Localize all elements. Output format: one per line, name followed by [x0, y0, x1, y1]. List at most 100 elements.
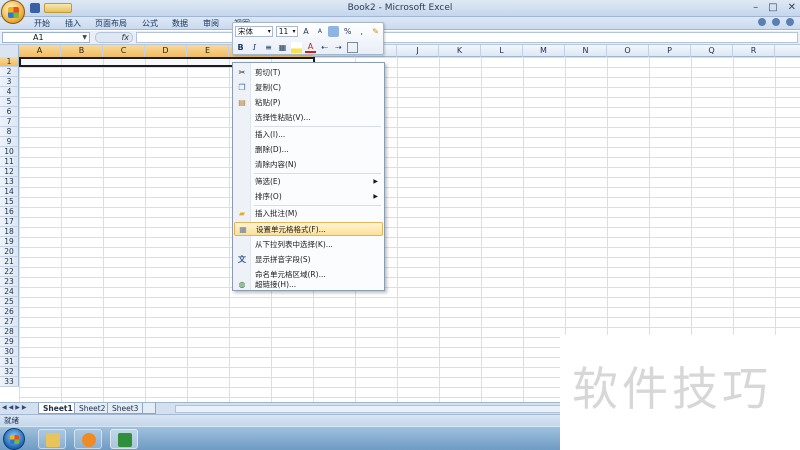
shrink-font-button[interactable]: A	[314, 26, 325, 37]
row-header[interactable]: 6	[0, 107, 19, 117]
tab-page-layout[interactable]: 页面布局	[95, 18, 127, 29]
sheet-tab-1[interactable]: Sheet1	[38, 403, 78, 414]
menu-item-filter[interactable]: 筛选(E) ▶	[234, 175, 383, 189]
taskbar-explorer[interactable]	[38, 429, 66, 449]
row-header[interactable]: 9	[0, 137, 19, 147]
row-header[interactable]: 4	[0, 87, 19, 97]
insert-function-button[interactable]: fx	[95, 32, 133, 43]
format-painter-icon[interactable]: ✎	[370, 26, 381, 37]
increase-decimal-icon[interactable]: ⇢	[333, 42, 344, 53]
menu-item-cut[interactable]: ✂ 剪切(T)	[234, 66, 383, 80]
row-header[interactable]: 13	[0, 177, 19, 187]
tab-home[interactable]: 开始	[34, 18, 50, 29]
currency-format-icon[interactable]	[328, 26, 340, 37]
tab-data[interactable]: 数据	[172, 18, 188, 29]
font-name-select[interactable]: 宋体	[235, 26, 273, 37]
column-header[interactable]: J	[397, 45, 439, 57]
row-header[interactable]: 23	[0, 277, 19, 287]
workbook-minimize-icon[interactable]	[772, 18, 780, 26]
menu-item-paste[interactable]: ▤ 粘贴(P)	[234, 96, 383, 110]
menu-item-copy[interactable]: ❐ 复制(C)	[234, 81, 383, 95]
row-header[interactable]: 12	[0, 167, 19, 177]
row-header[interactable]: 1	[0, 57, 19, 67]
bold-button[interactable]: B	[235, 42, 246, 53]
row-header[interactable]: 30	[0, 347, 19, 357]
comma-button[interactable]: ,	[356, 26, 367, 37]
column-header[interactable]: C	[103, 45, 145, 57]
tab-formulas[interactable]: 公式	[142, 18, 158, 29]
row-header[interactable]: 26	[0, 307, 19, 317]
column-header[interactable]: E	[187, 45, 229, 57]
name-box[interactable]: A1 ▼	[2, 32, 90, 43]
column-header[interactable]: M	[523, 45, 565, 57]
row-header[interactable]: 19	[0, 237, 19, 247]
menu-item-insert[interactable]: 插入(I)...	[234, 128, 383, 142]
column-header[interactable]: K	[439, 45, 481, 57]
italic-button[interactable]: I	[249, 42, 260, 53]
menu-item-paste-special[interactable]: 选择性粘贴(V)...	[234, 111, 383, 125]
menu-item-show-phonetic[interactable]: 文显示拼音字段(S)	[234, 253, 383, 267]
sheet-nav-arrows-icon[interactable]: ◀◀▶▶	[2, 404, 28, 411]
row-header[interactable]: 33	[0, 377, 19, 387]
column-header[interactable]: L	[481, 45, 523, 57]
menu-item-insert-comment[interactable]: ▰ 插入批注(M)	[234, 207, 383, 221]
help-icon[interactable]	[758, 18, 766, 26]
column-header[interactable]: Q	[691, 45, 733, 57]
row-header[interactable]: 18	[0, 227, 19, 237]
close-button[interactable]: ✕	[788, 2, 796, 13]
decrease-decimal-icon[interactable]: ⇠	[319, 42, 330, 53]
taskbar-excel[interactable]	[110, 429, 138, 449]
row-header[interactable]: 16	[0, 207, 19, 217]
column-header[interactable]: P	[649, 45, 691, 57]
row-header[interactable]: 21	[0, 257, 19, 267]
row-header[interactable]: 17	[0, 217, 19, 227]
menu-item-sort[interactable]: 排序(O) ▶	[234, 190, 383, 204]
column-header[interactable]: A	[19, 45, 61, 57]
select-all-corner[interactable]	[0, 45, 19, 57]
row-header[interactable]: 11	[0, 157, 19, 167]
office-button[interactable]	[1, 0, 25, 24]
row-header[interactable]: 10	[0, 147, 19, 157]
row-header[interactable]: 27	[0, 317, 19, 327]
tab-review[interactable]: 审阅	[203, 18, 219, 29]
insert-sheet-icon[interactable]	[142, 403, 156, 414]
menu-item-format-cells[interactable]: ▦ 设置单元格格式(F)...	[234, 222, 383, 236]
row-header[interactable]: 7	[0, 117, 19, 127]
row-header[interactable]: 14	[0, 187, 19, 197]
merge-center-icon[interactable]	[347, 42, 358, 53]
workbook-close-icon[interactable]	[786, 18, 794, 26]
column-header[interactable]: D	[145, 45, 187, 57]
font-color-button[interactable]: A	[305, 42, 316, 53]
row-header[interactable]: 15	[0, 197, 19, 207]
maximize-button[interactable]: □	[768, 2, 777, 13]
borders-icon[interactable]: ▦	[277, 42, 288, 53]
percent-button[interactable]: %	[342, 26, 353, 37]
fill-color-icon[interactable]	[291, 42, 302, 53]
row-header[interactable]: 29	[0, 337, 19, 347]
row-header[interactable]: 22	[0, 267, 19, 277]
row-header[interactable]: 28	[0, 327, 19, 337]
row-header[interactable]: 3	[0, 77, 19, 87]
row-header[interactable]: 2	[0, 67, 19, 77]
row-header[interactable]: 25	[0, 297, 19, 307]
menu-item-delete[interactable]: 删除(D)...	[234, 143, 383, 157]
sheet-tab-2[interactable]: Sheet2	[74, 403, 111, 414]
start-button[interactable]	[3, 428, 25, 450]
sheet-tab-3[interactable]: Sheet3	[107, 403, 144, 414]
center-align-icon[interactable]: ≡	[263, 42, 274, 53]
row-header[interactable]: 8	[0, 127, 19, 137]
row-header[interactable]: 31	[0, 357, 19, 367]
row-header[interactable]: 20	[0, 247, 19, 257]
column-header[interactable]: R	[733, 45, 775, 57]
column-header[interactable]: B	[61, 45, 103, 57]
menu-item-hyperlink[interactable]: ◍ 超链接(H)...	[234, 278, 383, 291]
grow-font-button[interactable]: A	[301, 26, 312, 37]
chevron-down-icon[interactable]: ▼	[82, 33, 87, 42]
minimize-button[interactable]: –	[753, 2, 758, 13]
font-size-select[interactable]: 11	[275, 26, 298, 37]
row-header[interactable]: 32	[0, 367, 19, 377]
row-header[interactable]: 24	[0, 287, 19, 297]
menu-item-clear-contents[interactable]: 清除内容(N)	[234, 158, 383, 172]
row-header[interactable]: 5	[0, 97, 19, 107]
tab-insert[interactable]: 插入	[65, 18, 81, 29]
